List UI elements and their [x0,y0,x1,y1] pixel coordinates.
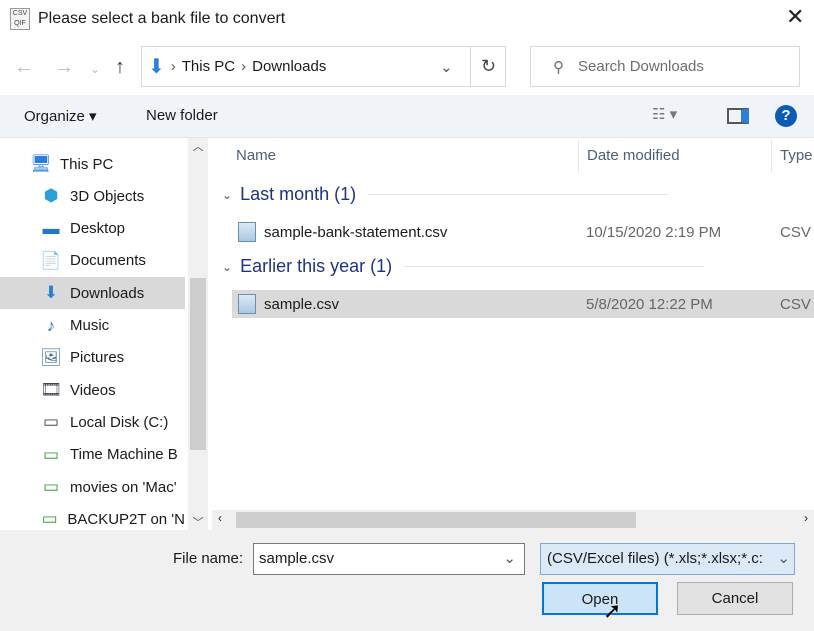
nav-item[interactable]: ⬇ Downloads [0,277,185,310]
csv-file-icon [238,294,256,314]
chevron-down-icon[interactable]: ⌄ [222,188,232,202]
cube-icon: ⬢ [43,186,59,206]
file-row[interactable]: sample-bank-statement.csv 10/15/2020 2:19… [232,218,814,246]
horizontal-scrollbar-thumb[interactable] [236,512,636,528]
toolbar: Organize ▾ New folder ☷ ▾ ? [0,95,814,138]
chevron-down-icon: ⌄ [774,544,790,574]
nav-item[interactable]: 📄 Documents [0,245,185,277]
nav-item[interactable]: ▭ Time Machine B [0,439,185,471]
search-input[interactable]: ⚲ Search Downloads [530,46,800,87]
pictures-icon: 🖼 [40,347,62,367]
file-date: 5/8/2020 12:22 PM [586,295,713,313]
address-bar[interactable]: ⬇ › This PC › Downloads ⌄ [141,46,506,87]
refresh-button[interactable]: ↻ [470,46,506,87]
nav-item[interactable]: 🖥 This PC [0,148,185,180]
file-type: CSV [780,223,811,241]
cancel-button[interactable]: Cancel [677,582,793,615]
nav-item[interactable]: 🎞 Videos [0,374,185,406]
column-header-type[interactable]: Type [772,140,814,172]
search-placeholder: Search Downloads [578,58,704,75]
chevron-down-icon[interactable]: ⌄ [503,544,516,574]
group-label: Last month (1) [240,184,357,204]
help-icon[interactable]: ? [775,105,797,127]
file-name-input[interactable]: sample.csv ⌄ [253,543,525,575]
breadcrumb-downloads[interactable]: Downloads [252,58,326,75]
forward-arrow-icon[interactable]: → [54,56,74,79]
network-drive-icon: ▭ [41,509,58,529]
open-button[interactable]: Open [542,582,658,615]
nav-item[interactable]: ♪ Music [0,310,185,342]
search-icon: ⚲ [553,58,564,76]
network-drive-icon: ▭ [42,477,60,496]
mouse-cursor-icon: ➚ [603,598,622,623]
nav-item-label: Time Machine B [70,446,178,464]
nav-item[interactable]: ▬ Desktop [0,213,185,245]
videos-icon: 🎞 [40,380,62,400]
computer-icon: 🖥 [30,154,52,173]
preview-pane-icon[interactable] [727,108,749,124]
csv-file-icon [238,222,256,242]
nav-item-label: Pictures [70,349,125,367]
back-arrow-icon[interactable]: ← [14,56,34,79]
nav-item-label: Desktop [70,220,126,238]
organize-button[interactable]: Organize ▾ [24,107,97,125]
file-name-label: File name: [173,550,244,567]
file-type-value: (CSV/Excel files) (*.xls;*.xlsx;*.c: [547,550,763,567]
network-drive-icon: ▭ [42,444,60,464]
chevron-down-icon[interactable]: ⌄ [440,58,453,76]
download-icon: ⬇ [43,283,59,303]
nav-item-label: This PC [60,155,114,173]
file-type: CSV [780,295,811,313]
file-row[interactable]: sample.csv 5/8/2020 12:22 PM CSV [232,290,814,318]
group-header[interactable]: ⌄ Last month (1) [222,184,669,205]
nav-item-label: Local Disk (C:) [70,413,169,431]
recent-chevron-icon[interactable]: ⌄ [90,62,100,76]
close-button[interactable]: ✕ [786,4,804,30]
new-folder-button[interactable]: New folder [146,107,218,124]
file-date: 10/15/2020 2:19 PM [586,223,722,241]
up-arrow-icon[interactable]: ↑ [115,56,125,79]
window-title: Please select a bank file to convert [38,10,286,27]
app-icon: CSV QIF [10,8,30,30]
nav-item-label: movies on 'Mac' [70,478,177,496]
document-icon: 📄 [40,250,62,270]
group-header[interactable]: ⌄ Earlier this year (1) [222,256,705,277]
nav-item[interactable]: ▭ Local Disk (C:) [0,406,185,438]
nav-item[interactable]: ⬢ 3D Objects [0,180,185,212]
nav-item-label: 3D Objects [70,187,145,205]
nav-item-label: Downloads [70,284,145,302]
column-header-name[interactable]: Name [228,140,579,172]
group-label: Earlier this year (1) [240,256,393,276]
file-name: sample-bank-statement.csv [264,223,448,241]
music-icon: ♪ [46,315,56,335]
column-header-date-modified[interactable]: Date modified [579,140,772,172]
nav-item-label: Music [70,317,110,334]
file-name: sample.csv [264,295,340,313]
download-icon: ⬇ [148,56,165,78]
view-options-icon[interactable]: ☷ ▾ [652,105,677,123]
file-type-select[interactable]: (CSV/Excel files) (*.xls;*.xlsx;*.c: ⌄ [540,543,795,575]
nav-item[interactable]: 🖼 Pictures [0,342,185,374]
nav-item-label: Documents [70,252,146,270]
desktop-icon: ▬ [42,218,60,238]
breadcrumb-this-pc[interactable]: This PC [182,58,235,75]
disk-icon: ▭ [42,412,60,432]
file-name-value: sample.csv [259,550,335,567]
nav-item-label: Videos [70,381,116,399]
nav-item[interactable]: ▭ movies on 'Mac' [0,471,185,503]
nav-scrollbar-thumb[interactable] [190,278,206,450]
chevron-down-icon[interactable]: ⌄ [222,260,232,274]
nav-item-label: BACKUP2T on 'N [67,510,185,528]
navigation-pane: 🖥 This PC ⬢ 3D Objects ▬ Desktop 📄 Documents ⬇ Do… [0,138,208,530]
